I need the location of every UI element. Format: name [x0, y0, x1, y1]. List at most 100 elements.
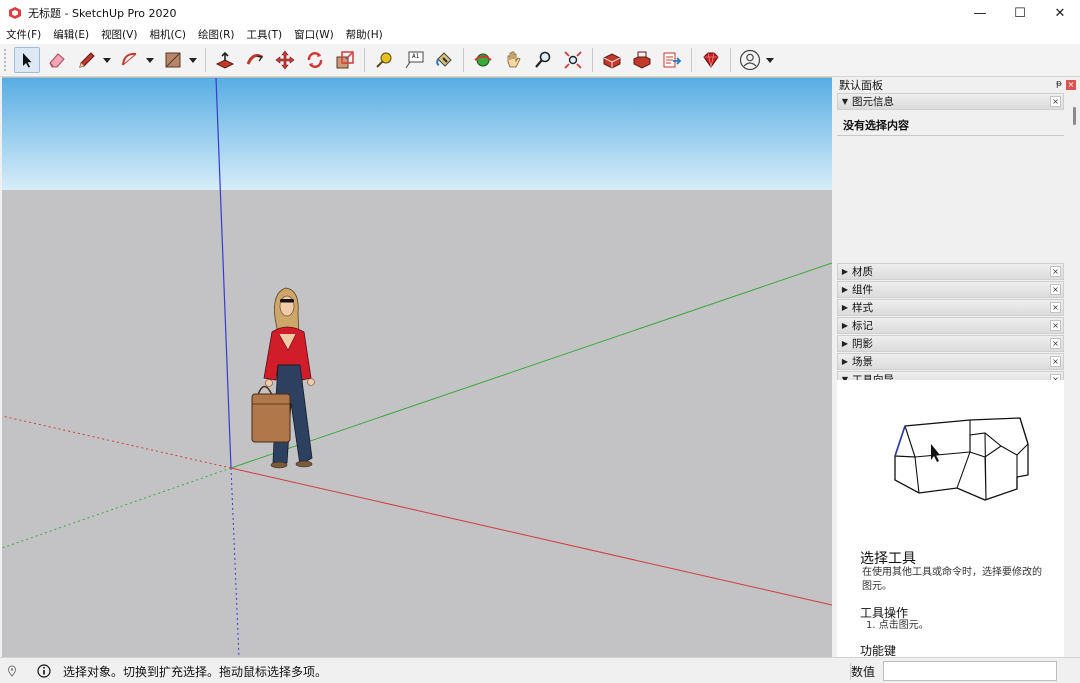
measurements-input[interactable] [883, 661, 1058, 681]
account-button[interactable] [737, 47, 763, 73]
default-tray: 默认面板 ᵽ × ▼ 图元信息 × 没有选择内容 ▶ 材质 × ▶ 组件 × ▶… [835, 77, 1080, 657]
panel-close-icon[interactable]: × [1050, 284, 1061, 295]
window-controls: — ☐ ✕ [960, 0, 1080, 26]
panel-close-icon[interactable]: × [1050, 356, 1061, 367]
account-icon [739, 49, 761, 71]
entity-info-content: 没有选择内容 [837, 111, 1064, 136]
collapsed-arrow-icon: ▶ [841, 303, 849, 312]
scale-tool-button[interactable] [332, 47, 358, 73]
text-tool-button[interactable]: A1 [401, 47, 427, 73]
toolbar-separator [364, 48, 365, 72]
sketchup-logo-icon [8, 6, 22, 20]
tray-title: 默认面板 [839, 79, 883, 92]
select-icon [23, 53, 32, 68]
panel-materials[interactable]: ▶ 材质 × [837, 263, 1064, 280]
close-button[interactable]: ✕ [1040, 0, 1080, 26]
follow-me-icon [246, 54, 264, 65]
send-to-layout-button[interactable] [659, 47, 685, 73]
panel-close-icon[interactable]: × [1050, 320, 1061, 331]
scene-canvas[interactable] [2, 78, 832, 658]
instructor-body: 选择工具 在使用其他工具或命令时，选择要修改的图元。 工具操作 1. 点击图元。… [837, 380, 1064, 657]
paint-bucket-tool-button[interactable] [431, 47, 457, 73]
panel-shadows[interactable]: ▶ 阴影 × [837, 335, 1064, 352]
menu-edit[interactable]: 编辑(E) [47, 26, 95, 44]
rectangle-tool-button[interactable] [160, 47, 186, 73]
sky [2, 78, 832, 190]
collapsed-arrow-icon: ▶ [841, 267, 849, 276]
pencil-tool-button[interactable] [74, 47, 100, 73]
warehouse-icon [603, 53, 621, 69]
ruby-console-button[interactable] [698, 47, 724, 73]
zoom-icon [535, 51, 551, 68]
pencil-dropdown[interactable] [102, 47, 112, 73]
menu-camera[interactable]: 相机(C) [143, 26, 192, 44]
eraser-tool-button[interactable] [44, 47, 70, 73]
pin-icon[interactable]: ᵽ [1056, 79, 1062, 89]
panel-tags[interactable]: ▶ 标记 × [837, 317, 1064, 334]
arc-tool-button[interactable] [117, 47, 143, 73]
push-pull-tool-button[interactable] [212, 47, 238, 73]
panel-close-icon[interactable]: × [1050, 338, 1061, 349]
panel-close-icon[interactable]: × [1050, 96, 1061, 107]
status-bar: 选择对象。切换到扩充选择。拖动鼠标选择多项。 数值 [0, 657, 1080, 683]
collapsed-arrow-icon: ▶ [841, 285, 849, 294]
toolbar-grip[interactable] [4, 49, 9, 71]
menu-file[interactable]: 文件(F) [0, 26, 47, 44]
panel-close-icon[interactable]: × [1050, 302, 1061, 313]
panel-styles[interactable]: ▶ 样式 × [837, 299, 1064, 316]
menu-tools[interactable]: 工具(T) [240, 26, 288, 44]
menu-bar: 文件(F) 编辑(E) 视图(V) 相机(C) 绘图(R) 工具(T) 窗口(W… [0, 26, 1080, 44]
minimize-button[interactable]: — [960, 0, 1000, 26]
panel-entity-info[interactable]: ▼ 图元信息 × [837, 93, 1064, 110]
menu-window[interactable]: 窗口(W) [288, 26, 340, 44]
rectangle-dropdown[interactable] [188, 47, 198, 73]
orbit-tool-button[interactable] [470, 47, 496, 73]
3d-warehouse-button[interactable] [599, 47, 625, 73]
measurements-area: 数值 [838, 658, 1058, 683]
tape-measure-tool-button[interactable] [371, 47, 397, 73]
select-tool-button[interactable] [14, 47, 40, 73]
panel-label: 材质 [852, 266, 873, 278]
zoom-extents-icon [564, 51, 582, 69]
follow-me-tool-button[interactable] [242, 47, 268, 73]
move-tool-button[interactable] [272, 47, 298, 73]
panel-label: 图元信息 [852, 96, 894, 108]
status-message: 选择对象。切换到扩充选择。拖动鼠标选择多项。 [63, 664, 328, 679]
panel-components[interactable]: ▶ 组件 × [837, 281, 1064, 298]
rotate-tool-button[interactable] [302, 47, 328, 73]
scale-icon [336, 51, 354, 69]
menu-help[interactable]: 帮助(H) [340, 26, 389, 44]
tray-scrollbar[interactable] [1073, 107, 1076, 125]
tape-measure-icon [376, 52, 392, 68]
menu-view[interactable]: 视图(V) [95, 26, 143, 44]
modeling-viewport[interactable] [2, 77, 832, 658]
arc-icon [122, 52, 137, 66]
collapsed-arrow-icon: ▶ [841, 357, 849, 366]
panel-label: 样式 [852, 302, 873, 314]
zoom-extents-tool-button[interactable] [560, 47, 586, 73]
ground [2, 190, 832, 658]
arc-dropdown[interactable] [145, 47, 155, 73]
pan-icon [507, 51, 521, 68]
panel-close-icon[interactable]: × [1050, 266, 1061, 277]
pencil-icon [79, 52, 95, 68]
collapsed-arrow-icon: ▶ [841, 321, 849, 330]
move-icon [275, 50, 295, 70]
panel-scenes[interactable]: ▶ 场景 × [837, 353, 1064, 370]
entity-info-body: 没有选择内容 [837, 111, 1064, 263]
toolbar-separator [730, 48, 731, 72]
pan-tool-button[interactable] [500, 47, 526, 73]
maximize-button[interactable]: ☐ [1000, 0, 1040, 26]
instructor-ops-step: 1. 点击图元。 [866, 620, 929, 631]
menu-draw[interactable]: 绘图(R) [192, 26, 241, 44]
extension-warehouse-button[interactable] [629, 47, 655, 73]
account-dropdown[interactable] [765, 47, 775, 73]
zoom-tool-button[interactable] [530, 47, 556, 73]
geo-location-icon[interactable] [5, 664, 19, 678]
tray-close-button[interactable]: × [1066, 80, 1076, 90]
instructor-keys-title: 功能键 [860, 644, 897, 657]
eraser-icon [49, 53, 65, 68]
push-pull-icon [215, 51, 235, 69]
info-icon[interactable] [37, 664, 51, 678]
panel-label: 阴影 [852, 338, 873, 350]
